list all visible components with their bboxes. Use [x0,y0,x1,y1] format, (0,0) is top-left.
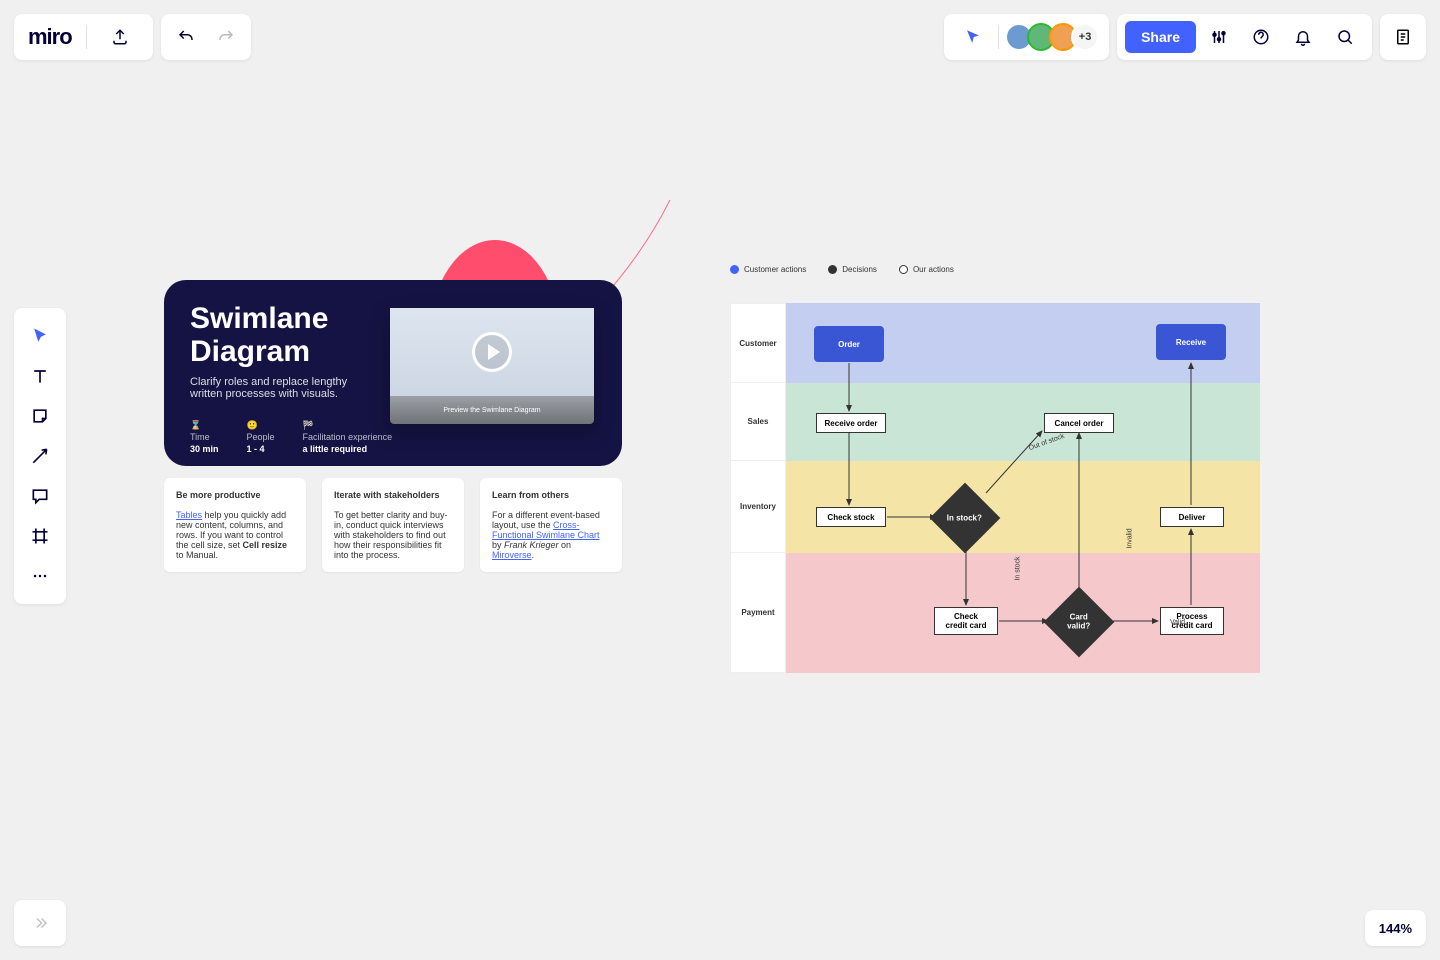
tool-palette [14,308,66,604]
node-in-stock[interactable]: In stock? [930,483,1001,554]
sticky-tool[interactable] [14,396,66,436]
cursor-icon[interactable] [954,18,992,56]
node-card-valid[interactable]: Card valid? [1044,587,1115,658]
info-card-body: To get better clarity and buy-in, conduc… [334,510,452,560]
node-order[interactable]: Order [814,326,884,362]
frame-tool[interactable] [14,516,66,556]
avatar-stack[interactable]: +3 [1005,23,1099,51]
more-collaborators[interactable]: +3 [1071,23,1099,51]
node-cancel-order[interactable]: Cancel order [1044,413,1114,433]
edge-label-invalid: Invalid [1127,528,1134,548]
lane-label-sales: Sales [730,383,786,461]
settings-icon[interactable] [1200,18,1238,56]
lane-label-inventory: Inventory [730,461,786,553]
arrow-tool[interactable] [14,436,66,476]
video-thumbnail[interactable]: Preview the Swimlane Diagram [390,308,594,424]
zoom-level[interactable]: 144% [1365,910,1426,946]
logo-card[interactable]: miro [14,14,153,60]
undo-icon[interactable] [167,18,205,56]
export-icon[interactable] [101,18,139,56]
node-receive-order[interactable]: Receive order [816,413,886,433]
edge-label-valid: Valid [1170,619,1185,626]
info-card-learn[interactable]: Learn from others For a different event-… [480,478,622,572]
more-tools[interactable] [14,556,66,596]
select-tool[interactable] [14,316,66,356]
node-receive[interactable]: Receive [1156,324,1226,360]
info-card-title: Learn from others [492,490,610,500]
thumb-caption: Preview the Swimlane Diagram [443,407,540,414]
node-check-cc[interactable]: Check credit card [934,607,998,635]
share-button[interactable]: Share [1125,21,1196,53]
info-card-body: For a different event-based layout, use … [492,510,610,560]
hero-subtitle: Clarify roles and replace lengthy writte… [190,376,370,400]
bell-icon[interactable] [1284,18,1322,56]
info-card-productive[interactable]: Be more productive Tables help you quick… [164,478,306,572]
info-card-iterate[interactable]: Iterate with stakeholders To get better … [322,478,464,572]
node-check-stock[interactable]: Check stock [816,507,886,527]
search-icon[interactable] [1326,18,1364,56]
expand-panel-button[interactable] [14,900,66,946]
lane-label-customer: Customer [730,303,786,383]
text-tool[interactable] [14,356,66,396]
help-icon[interactable] [1242,18,1280,56]
redo-icon[interactable] [207,18,245,56]
swimlane-legend: Customer actions Decisions Our actions [730,265,954,274]
comment-tool[interactable] [14,476,66,516]
hero-meta: ⌛Time30 min 🙂People1 - 4 🏁Facilitation e… [190,420,596,454]
edge-label-in-stock: In stock [1015,556,1022,580]
info-card-title: Iterate with stakeholders [334,490,452,500]
node-deliver[interactable]: Deliver [1160,507,1224,527]
play-icon [472,332,512,372]
lane-label-payment: Payment [730,553,786,673]
info-card-body: Tables help you quickly add new content,… [176,510,294,560]
miro-logo: miro [28,24,72,50]
notes-button[interactable] [1380,14,1426,60]
info-card-title: Be more productive [176,490,294,500]
collaborators-card: +3 [944,14,1109,60]
swimlane-diagram[interactable]: Customer Order Receive Sales Receive ord… [730,303,1260,673]
